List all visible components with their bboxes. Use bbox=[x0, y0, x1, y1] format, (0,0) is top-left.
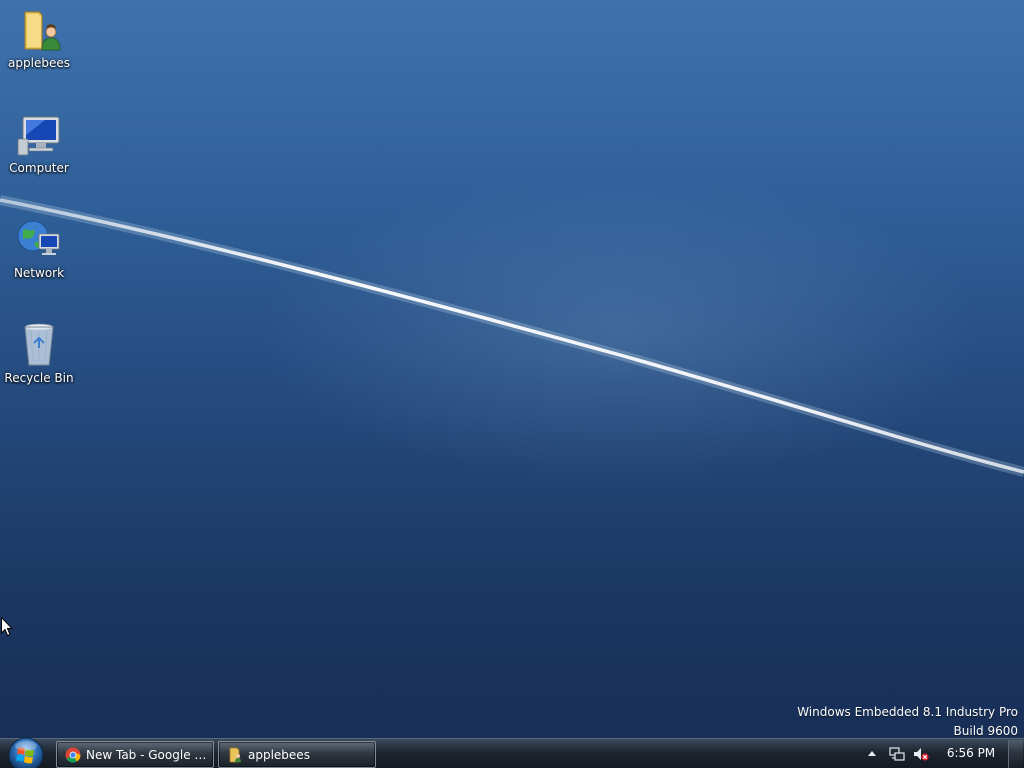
windows-start-orb-icon[interactable] bbox=[6, 735, 46, 768]
wallpaper-swoosh bbox=[0, 195, 1024, 477]
desktop-icon-label: Recycle Bin bbox=[4, 371, 74, 385]
user-folder-icon bbox=[24, 11, 61, 51]
taskbar-button-label: New Tab - Google C... bbox=[86, 747, 213, 762]
volume-muted-icon[interactable] bbox=[913, 746, 929, 762]
desktop[interactable]: applebees Computer Network Recycle Bin W… bbox=[0, 0, 1024, 738]
chrome-icon bbox=[65, 747, 81, 763]
show-desktop-button[interactable] bbox=[1008, 740, 1023, 768]
mouse-cursor-icon bbox=[1, 617, 13, 637]
windows-version-watermark: Windows Embedded 8.1 Industry Pro Build … bbox=[797, 703, 1018, 738]
taskbar-button-chrome[interactable]: New Tab - Google C... bbox=[56, 741, 214, 768]
recycle-bin-icon bbox=[24, 323, 54, 366]
desktop-icon-label: Computer bbox=[9, 161, 69, 175]
network-tray-icon[interactable] bbox=[889, 746, 905, 762]
taskbar-button-applebees[interactable]: applebees bbox=[218, 741, 376, 768]
desktop-icon-recycle-bin[interactable]: Recycle Bin bbox=[0, 321, 78, 385]
desktop-icon-label: applebees bbox=[8, 56, 70, 70]
folder-icon bbox=[229, 747, 241, 762]
desktop-icon-network[interactable]: Network bbox=[0, 216, 78, 280]
clock[interactable]: 6:56 PM bbox=[940, 746, 1002, 760]
desktop-icon-computer[interactable]: Computer bbox=[0, 111, 78, 175]
computer-icon bbox=[17, 116, 60, 156]
taskbar-button-label: applebees bbox=[248, 747, 310, 762]
desktop-icon-applebees[interactable]: applebees bbox=[0, 6, 78, 70]
desktop-icon-label: Network bbox=[13, 266, 65, 280]
watermark-edition: Windows Embedded 8.1 Industry Pro bbox=[797, 705, 1018, 719]
network-icon bbox=[17, 220, 60, 255]
show-hidden-icons-arrow-icon[interactable] bbox=[864, 746, 880, 762]
taskbar: New Tab - Google C... applebees 6:56 PM bbox=[0, 735, 1024, 768]
watermark-build: Build 9600 bbox=[953, 724, 1018, 738]
